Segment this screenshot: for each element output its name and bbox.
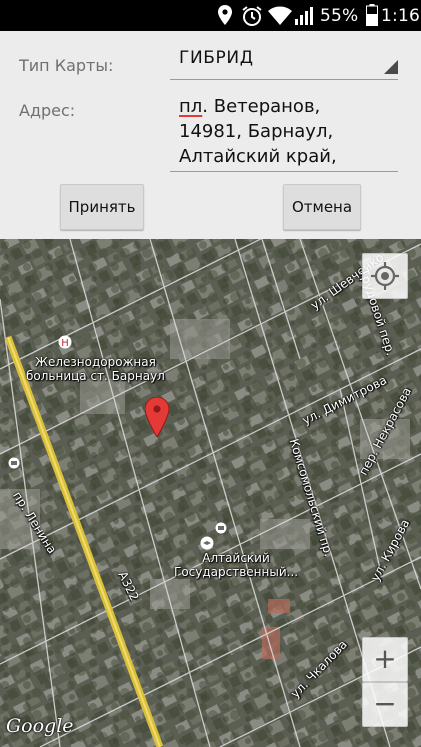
address-line-1: пл. Ветеранов, xyxy=(179,96,321,117)
address-line-2: 14981, Барнаул, xyxy=(179,121,334,142)
poi-icon xyxy=(8,457,20,469)
my-location-button[interactable] xyxy=(362,253,408,299)
hospital-icon: H xyxy=(58,335,72,349)
hospital-label: Железнодорожная больница ст. Барнаул xyxy=(26,355,165,383)
misspelled-word: пл xyxy=(179,96,203,117)
wifi-icon xyxy=(268,6,292,29)
map-type-label: Тип Карты: xyxy=(19,56,114,75)
zoom-out-button[interactable]: − xyxy=(362,682,408,727)
location-pin-icon[interactable] xyxy=(145,397,169,437)
zoom-in-button[interactable]: + xyxy=(362,637,408,682)
map-type-value: ГИБРИД xyxy=(179,48,254,68)
cancel-button[interactable]: Отмена xyxy=(283,184,361,230)
university-label: Алтайский Государственный... xyxy=(174,551,299,579)
accept-button[interactable]: Принять xyxy=(60,184,144,230)
poi-icon xyxy=(215,522,227,534)
crosshair-icon xyxy=(363,254,407,298)
battery-icon xyxy=(366,4,378,30)
location-icon xyxy=(218,5,232,29)
google-logo: Google xyxy=(6,715,74,737)
clock: 1:16 xyxy=(381,6,420,26)
address-line-3: Алтайский край, xyxy=(179,146,337,167)
map-view[interactable]: H Железнодорожная больница ст. Барнаул А… xyxy=(0,239,421,747)
svg-text:H: H xyxy=(61,338,69,349)
status-bar: 55% 1:16 xyxy=(0,0,421,31)
address-input[interactable]: пл. Ветеранов, 14981, Барнаул, Алтайский… xyxy=(170,91,398,172)
map-type-select[interactable]: ГИБРИД xyxy=(170,45,398,80)
alarm-icon xyxy=(241,5,263,31)
dropdown-triangle-icon xyxy=(384,59,398,78)
battery-percent: 55% xyxy=(320,6,359,26)
map-settings-form: Тип Карты: ГИБРИД Адрес: пл. Ветеранов, … xyxy=(0,31,421,239)
university-icon xyxy=(200,536,214,550)
signal-icon xyxy=(295,6,315,29)
address-label: Адрес: xyxy=(19,101,76,120)
satellite-imagery xyxy=(0,239,421,747)
